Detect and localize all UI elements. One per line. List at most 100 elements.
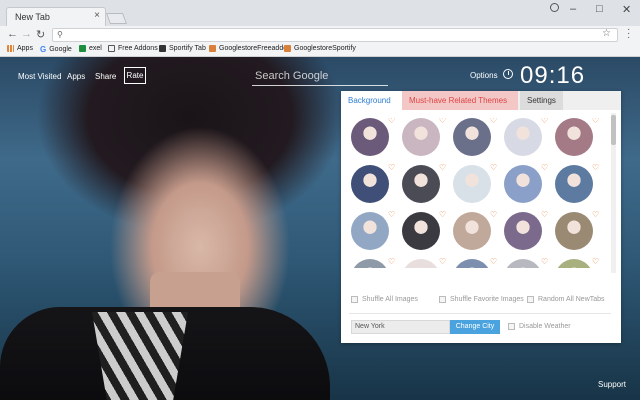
background-thumbnail[interactable] [453,259,491,268]
background-thumbnail[interactable] [555,165,593,203]
shuffle-all-option[interactable]: Shuffle All Images [351,296,418,303]
favorite-heart-icon[interactable]: ♡ [541,211,549,219]
bookmark-googlestore-freeaddo[interactable]: GooglestoreFreeaddo [209,45,287,52]
search-input[interactable] [252,66,388,86]
scrollbar-thumb[interactable] [611,115,616,145]
options-panel: Background Must-have Related Themes Sett… [341,91,621,343]
background-thumbnail[interactable] [402,212,440,250]
change-city-button[interactable]: Change City [450,320,500,334]
shuffle-favorite-label: Shuffle Favorite Images [450,296,524,303]
random-all-checkbox[interactable] [527,296,534,303]
bookmark-label: GooglestoreSportify [294,45,356,52]
bookmark-sportify-tab[interactable]: Sportify Tab [159,45,206,52]
apps-grid-icon [7,45,14,52]
store-icon [284,45,291,52]
favorite-heart-icon[interactable]: ♡ [388,164,396,172]
google-g-icon: G [40,45,47,54]
browser-toolbar: ← → ↻ ⚲ ☆ · · · [0,25,640,44]
favorite-heart-icon[interactable]: ♡ [439,164,447,172]
favorite-heart-icon[interactable]: ♡ [439,118,447,125]
favorite-heart-icon[interactable]: ♡ [439,258,447,266]
forward-arrow-icon[interactable]: → [21,28,32,40]
favorite-heart-icon[interactable]: ♡ [439,211,447,219]
tab-close-icon[interactable]: × [94,10,100,21]
shuffle-favorite-checkbox[interactable] [439,296,446,303]
clock-icon [503,69,513,79]
favorite-heart-icon[interactable]: ♡ [388,211,396,219]
background-thumbnail[interactable] [555,118,593,156]
background-thumbnail[interactable] [351,165,389,203]
shuffle-all-label: Shuffle All Images [362,296,418,303]
tab-title: New Tab [15,12,50,22]
account-icon[interactable] [550,3,559,12]
tab-settings[interactable]: Settings [520,91,563,110]
favorite-heart-icon[interactable]: ♡ [592,118,600,125]
favorite-heart-icon[interactable]: ♡ [490,258,498,266]
random-all-option[interactable]: Random All NewTabs [527,296,605,303]
bookmark-label: Google [49,46,72,53]
browser-tab[interactable]: New Tab × [6,7,106,26]
search-box[interactable] [252,66,388,86]
disable-weather-option[interactable]: Disable Weather [508,323,571,330]
disable-weather-checkbox[interactable] [508,323,515,330]
rate-button[interactable]: Rate [124,67,146,84]
close-window-icon[interactable]: ✕ [622,3,631,16]
favorite-heart-icon[interactable]: ♡ [490,211,498,219]
store-icon [209,45,216,52]
tab-background[interactable]: Background [341,91,402,110]
tab-related-themes[interactable]: Must-have Related Themes [402,91,518,110]
favorite-heart-icon[interactable]: ♡ [388,118,396,125]
background-thumbnail[interactable] [351,118,389,156]
new-tab-button[interactable] [105,13,128,24]
favorite-heart-icon[interactable]: ♡ [541,258,549,266]
background-thumbnail[interactable] [453,165,491,203]
background-thumbnail[interactable] [402,165,440,203]
background-thumbnail[interactable] [504,259,542,268]
background-thumbnail[interactable] [555,212,593,250]
background-thumbnail[interactable] [504,165,542,203]
bookmark-apps[interactable]: Apps [7,45,33,52]
most-visited-link[interactable]: Most Visited [18,72,61,81]
address-bar[interactable]: ⚲ ☆ [52,28,618,42]
options-link[interactable]: Options [470,71,498,80]
background-thumbnail[interactable] [453,118,491,156]
bookmark-label: Sportify Tab [169,45,206,52]
apps-link[interactable]: Apps [67,72,85,81]
background-thumbnail[interactable] [351,259,389,268]
favorite-heart-icon[interactable]: ♡ [490,118,498,125]
favorite-heart-icon[interactable]: ♡ [592,211,600,219]
maximize-icon[interactable]: □ [596,3,603,15]
support-link[interactable]: Support [598,380,626,389]
favorite-heart-icon[interactable]: ♡ [592,258,600,266]
bookmark-googlestore-sportify[interactable]: GooglestoreSportify [284,45,356,52]
background-thumbnail[interactable] [504,212,542,250]
page-icon [108,45,115,52]
bookmark-exel[interactable]: exel [79,45,102,52]
shuffle-favorite-option[interactable]: Shuffle Favorite Images [439,296,524,303]
background-thumbnail[interactable] [555,259,593,268]
reload-icon[interactable]: ↻ [36,28,45,41]
share-link[interactable]: Share [95,72,116,81]
bookmark-free-addons[interactable]: Free Addons [108,45,158,52]
favorite-heart-icon[interactable]: ♡ [541,164,549,172]
background-thumbnail[interactable] [351,212,389,250]
favorite-heart-icon[interactable]: ♡ [388,258,396,266]
favorite-heart-icon[interactable]: ♡ [541,118,549,125]
background-thumbnail[interactable] [402,259,440,268]
background-thumbnail[interactable] [453,212,491,250]
tab-strip: New Tab × – □ ✕ [0,0,640,26]
favorite-heart-icon[interactable]: ♡ [490,164,498,172]
background-thumbnail[interactable] [504,118,542,156]
favorite-heart-icon[interactable]: ♡ [592,164,600,172]
minimize-icon[interactable]: – [570,3,576,15]
city-input[interactable]: New York [351,320,450,334]
bookmark-star-icon[interactable]: ☆ [602,28,611,39]
shuffle-all-checkbox[interactable] [351,296,358,303]
panel-scrollbar[interactable] [611,113,616,273]
back-arrow-icon[interactable]: ← [7,28,18,40]
bookmark-label: Free Addons [118,45,158,52]
background-thumbnail[interactable] [402,118,440,156]
browser-menu-icon[interactable]: · · · [627,25,630,43]
bookmark-google[interactable]: G Google [40,45,72,54]
disable-weather-label: Disable Weather [519,323,571,330]
